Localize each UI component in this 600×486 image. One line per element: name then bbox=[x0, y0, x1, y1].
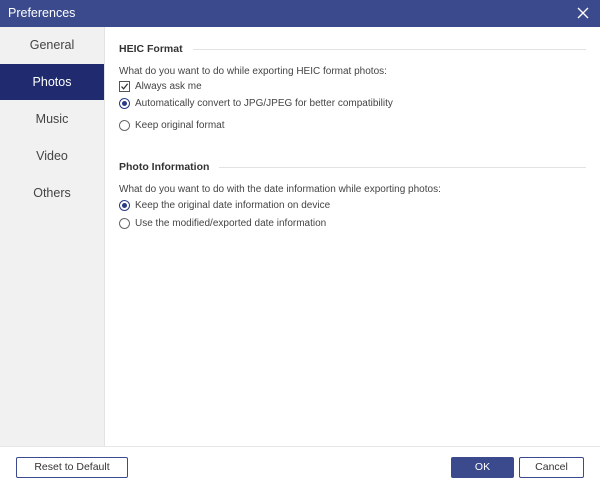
section-divider bbox=[219, 166, 586, 168]
radio-selected-icon[interactable] bbox=[119, 98, 130, 109]
sidebar-item-label: General bbox=[29, 38, 75, 52]
checkbox-checked-icon[interactable] bbox=[119, 81, 130, 92]
sidebar-item-photos[interactable]: Photos bbox=[0, 64, 104, 100]
use-modified-date-radio[interactable]: Use the modified/exported date informati… bbox=[119, 218, 326, 229]
sidebar-item-label: Music bbox=[35, 112, 69, 126]
radio-unselected-icon[interactable] bbox=[119, 218, 130, 229]
convert-jpg-radio[interactable]: Automatically convert to JPG/JPEG for be… bbox=[119, 98, 393, 109]
reset-to-default-button[interactable]: Reset to Default bbox=[16, 457, 128, 478]
sidebar: General Photos Music Video Others bbox=[0, 27, 105, 446]
dialog-footer: Reset to Default OK Cancel bbox=[0, 446, 600, 486]
photo-info-section-header: Photo Information bbox=[119, 160, 586, 174]
sidebar-item-label: Others bbox=[33, 186, 71, 200]
photo-info-question: What do you want to do with the date inf… bbox=[119, 184, 441, 195]
settings-panel: HEIC Format What do you want to do while… bbox=[105, 27, 600, 446]
heic-section-header: HEIC Format bbox=[119, 42, 586, 56]
section-divider bbox=[192, 48, 586, 50]
heic-question: What do you want to do while exporting H… bbox=[119, 66, 387, 77]
sidebar-item-label: Photos bbox=[32, 75, 72, 89]
close-icon[interactable] bbox=[574, 4, 592, 22]
keep-original-date-radio[interactable]: Keep the original date information on de… bbox=[119, 200, 330, 211]
keep-original-format-label: Keep original format bbox=[135, 120, 225, 131]
sidebar-item-music[interactable]: Music bbox=[0, 101, 104, 137]
radio-unselected-icon[interactable] bbox=[119, 120, 130, 131]
always-ask-label: Always ask me bbox=[135, 81, 202, 92]
window-title: Preferences bbox=[8, 6, 76, 20]
ok-button[interactable]: OK bbox=[451, 457, 514, 478]
convert-jpg-label: Automatically convert to JPG/JPEG for be… bbox=[135, 98, 393, 109]
title-bar: Preferences bbox=[0, 0, 600, 27]
sidebar-item-label: Video bbox=[36, 149, 68, 163]
heic-section-title: HEIC Format bbox=[119, 43, 183, 55]
use-modified-date-label: Use the modified/exported date informati… bbox=[135, 218, 327, 229]
sidebar-item-others[interactable]: Others bbox=[0, 175, 104, 211]
sidebar-item-general[interactable]: General bbox=[0, 27, 104, 63]
always-ask-checkbox[interactable]: Always ask me bbox=[119, 81, 202, 92]
cancel-button[interactable]: Cancel bbox=[519, 457, 584, 478]
keep-original-date-label: Keep the original date information on de… bbox=[135, 200, 331, 211]
sidebar-item-video[interactable]: Video bbox=[0, 138, 104, 174]
photo-info-section-title: Photo Information bbox=[119, 161, 210, 173]
keep-original-format-radio[interactable]: Keep original format bbox=[119, 120, 225, 131]
radio-selected-icon[interactable] bbox=[119, 200, 130, 211]
